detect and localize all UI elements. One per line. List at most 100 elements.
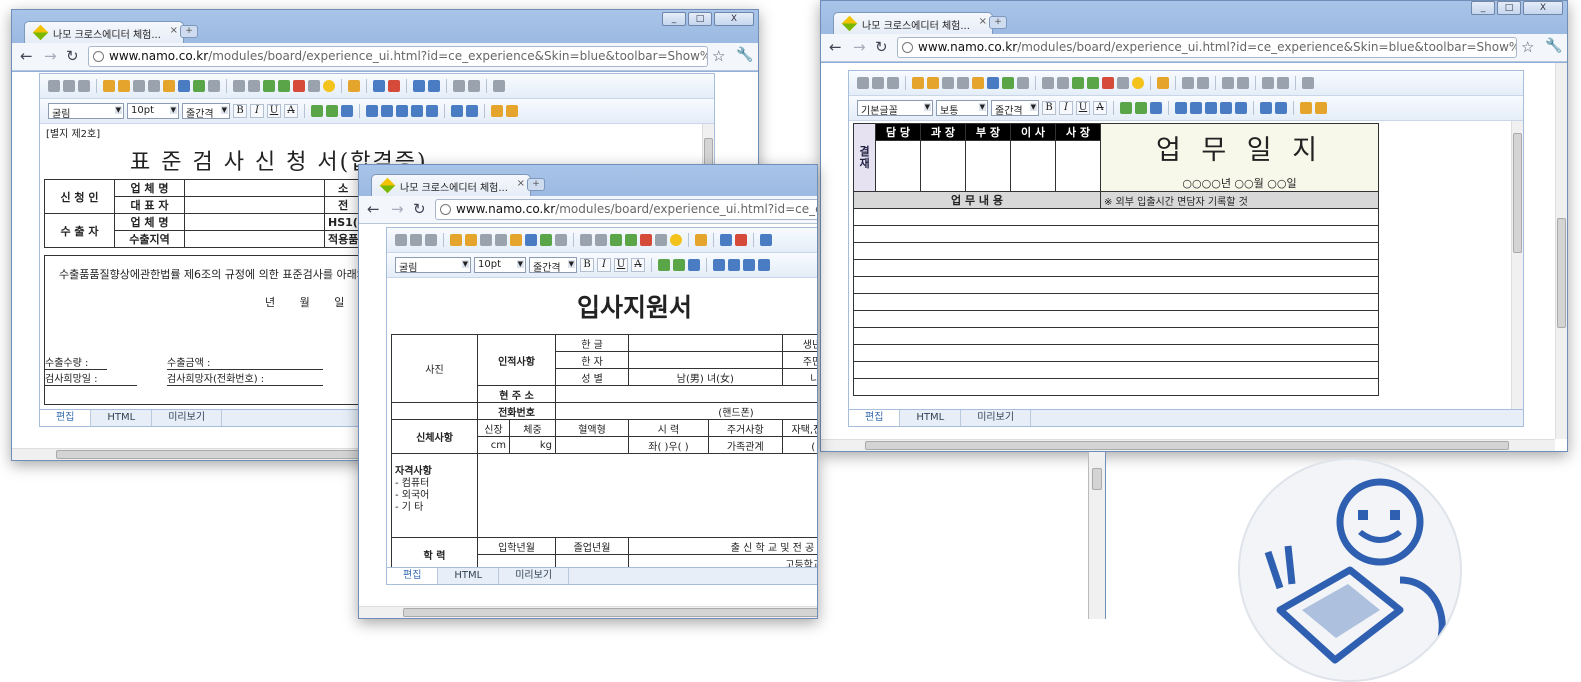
- sign-box[interactable]: [1010, 140, 1056, 192]
- scroll-thumb[interactable]: [865, 441, 1509, 450]
- outdent-icon[interactable]: [426, 105, 438, 117]
- address-bar[interactable]: www.namo.co.kr/modules/board/experience_…: [88, 46, 708, 67]
- grad-year-value[interactable]: [554, 554, 630, 567]
- page-horizontal-scrollbar[interactable]: [821, 439, 1555, 451]
- find-icon[interactable]: [178, 80, 190, 92]
- hr-icon[interactable]: [1057, 77, 1069, 89]
- close-window-button[interactable]: X: [714, 12, 754, 26]
- emoticon-icon[interactable]: [323, 80, 335, 92]
- special-char-icon[interactable]: [655, 234, 667, 246]
- sign-box[interactable]: [875, 140, 921, 192]
- cell-icon[interactable]: [1222, 77, 1234, 89]
- qualification-value[interactable]: [477, 453, 817, 538]
- worklog-entry-row[interactable]: [853, 208, 1379, 226]
- redo-icon[interactable]: [118, 80, 130, 92]
- photo-cell[interactable]: 사진: [391, 334, 478, 403]
- export-region-value[interactable]: [184, 230, 325, 248]
- mobile-value[interactable]: (핸드폰): [555, 402, 817, 420]
- bold-button[interactable]: B: [233, 104, 247, 118]
- siblings-value[interactable]: ( )남( )녀 중 ( )째: [781, 436, 817, 454]
- bold-button[interactable]: B: [580, 258, 594, 272]
- worklog-entry-row[interactable]: [853, 327, 1379, 345]
- bookmark-star-icon[interactable]: ☆: [712, 47, 725, 65]
- select-all-icon[interactable]: [1017, 77, 1029, 89]
- address-value[interactable]: [555, 385, 817, 403]
- maximize-button[interactable]: □: [1497, 1, 1521, 15]
- document-area[interactable]: 결재 담 당 과 장 부 장 이 사 사 장 업 무 일 지 ○○○○년 ○○월…: [849, 121, 1523, 409]
- reload-icon[interactable]: ↻: [66, 48, 79, 64]
- find-icon[interactable]: [987, 77, 999, 89]
- tab-preview[interactable]: 미리보기: [961, 410, 1032, 426]
- worklog-entry-row[interactable]: [853, 293, 1379, 311]
- paste-icon[interactable]: [163, 80, 175, 92]
- indent-icon[interactable]: [411, 105, 423, 117]
- page-vertical-scrollbar[interactable]: [1555, 63, 1567, 439]
- image-icon[interactable]: [263, 80, 275, 92]
- undo-icon[interactable]: [912, 77, 924, 89]
- table-icon[interactable]: [720, 234, 732, 246]
- close-window-button[interactable]: X: [1523, 1, 1563, 15]
- housing-options[interactable]: 자택,전세,하숙,자취,기타( ): [781, 419, 817, 437]
- media-icon[interactable]: [278, 80, 290, 92]
- redo-icon[interactable]: [927, 77, 939, 89]
- table-icon[interactable]: [373, 80, 385, 92]
- link-icon[interactable]: [233, 80, 245, 92]
- font-family-select[interactable]: 굴림: [395, 257, 471, 274]
- about-icon[interactable]: [1315, 102, 1327, 114]
- emoticon-icon[interactable]: [670, 234, 682, 246]
- link-icon[interactable]: [580, 234, 592, 246]
- ordered-list-icon[interactable]: [451, 105, 463, 117]
- browser-tab[interactable]: 나모 크로스에디터 체험... ×: [833, 12, 993, 34]
- address-bar[interactable]: www.namo.co.kr/modules/board/experience_…: [435, 199, 817, 220]
- special-char-icon[interactable]: [1117, 77, 1129, 89]
- replace-icon[interactable]: [540, 234, 552, 246]
- new-tab-button[interactable]: +: [989, 16, 1007, 29]
- hanja-value[interactable]: [628, 351, 783, 369]
- new-doc-icon[interactable]: [857, 77, 869, 89]
- new-tab-button[interactable]: +: [527, 178, 545, 191]
- tab-html[interactable]: HTML: [91, 410, 153, 426]
- table-delete-icon[interactable]: [1197, 77, 1209, 89]
- flash-icon[interactable]: [640, 234, 652, 246]
- hr-icon[interactable]: [595, 234, 607, 246]
- page-horizontal-scrollbar[interactable]: [359, 606, 817, 618]
- cut-icon[interactable]: [480, 234, 492, 246]
- bg-color-icon[interactable]: [1135, 102, 1147, 114]
- italic-button[interactable]: I: [597, 258, 611, 272]
- wrench-menu-icon[interactable]: 🔧: [1545, 38, 1562, 54]
- align-right-icon[interactable]: [396, 105, 408, 117]
- grid-icon[interactable]: [1277, 77, 1289, 89]
- select-all-icon[interactable]: [208, 80, 220, 92]
- save-icon[interactable]: [872, 77, 884, 89]
- font-color-icon[interactable]: [658, 259, 670, 271]
- bold-button[interactable]: B: [1042, 101, 1056, 115]
- undo-icon[interactable]: [103, 80, 115, 92]
- replace-icon[interactable]: [193, 80, 205, 92]
- sign-box[interactable]: [965, 140, 1011, 192]
- form-icon[interactable]: [695, 234, 707, 246]
- back-arrow-icon[interactable]: ←: [20, 48, 33, 64]
- flash-icon[interactable]: [293, 80, 305, 92]
- sex-options[interactable]: 남(男) 녀(女): [628, 368, 783, 386]
- emoticon-icon[interactable]: [1132, 77, 1144, 89]
- align-left-icon[interactable]: [1175, 102, 1187, 114]
- unordered-list-icon[interactable]: [466, 105, 478, 117]
- back-arrow-icon[interactable]: ←: [367, 201, 380, 217]
- worklog-entry-row[interactable]: [853, 361, 1379, 379]
- reload-icon[interactable]: ↻: [413, 201, 426, 217]
- cut-icon[interactable]: [942, 77, 954, 89]
- layout-icon[interactable]: [453, 80, 465, 92]
- table-delete-icon[interactable]: [388, 80, 400, 92]
- align-right-icon[interactable]: [1205, 102, 1217, 114]
- exporter-company-value[interactable]: [184, 213, 325, 231]
- forward-arrow-icon[interactable]: →: [853, 39, 866, 55]
- copy-icon[interactable]: [957, 77, 969, 89]
- minimize-button[interactable]: _: [662, 12, 686, 26]
- find-icon[interactable]: [525, 234, 537, 246]
- copy-icon[interactable]: [148, 80, 160, 92]
- tab-close-icon[interactable]: ×: [170, 25, 178, 36]
- worklog-entry-row[interactable]: [853, 310, 1379, 328]
- worklog-entry-row[interactable]: [853, 276, 1379, 294]
- background-window-scrollbar[interactable]: [1088, 452, 1106, 619]
- maximize-button[interactable]: □: [688, 12, 712, 26]
